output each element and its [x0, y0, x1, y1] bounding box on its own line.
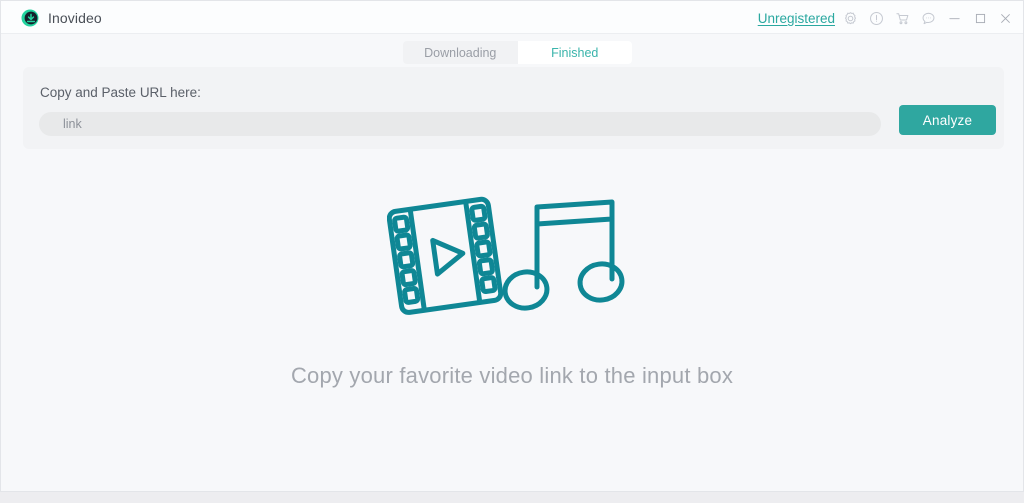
- info-icon[interactable]: [868, 10, 885, 27]
- unregistered-link[interactable]: Unregistered: [758, 10, 835, 27]
- close-icon[interactable]: [997, 10, 1014, 27]
- empty-state: Copy your favorite video link to the inp…: [1, 191, 1023, 389]
- window-bottom-edge: [0, 492, 1024, 503]
- tab-downloading[interactable]: Downloading: [403, 41, 518, 64]
- url-input-panel: Copy and Paste URL here: Analyze: [23, 67, 1004, 149]
- app-window: Inovideo Unregistered Downloading Finish…: [0, 0, 1024, 492]
- tab-group: Downloading Finished: [403, 41, 632, 64]
- cart-icon[interactable]: [894, 10, 911, 27]
- app-title: Inovideo: [48, 10, 102, 26]
- empty-state-message: Copy your favorite video link to the inp…: [290, 363, 734, 388]
- tab-bar: Downloading Finished: [1, 34, 1023, 68]
- film-strip-and-music-note-icon: [387, 196, 625, 315]
- url-input[interactable]: [39, 112, 881, 136]
- tab-finished[interactable]: Finished: [517, 41, 632, 64]
- chat-icon[interactable]: [920, 10, 937, 27]
- minimize-icon[interactable]: [946, 10, 963, 27]
- maximize-icon[interactable]: [972, 10, 989, 27]
- gear-icon[interactable]: [842, 10, 859, 27]
- title-bar: Inovideo Unregistered: [1, 1, 1023, 34]
- url-panel-label: Copy and Paste URL here:: [40, 85, 201, 100]
- download-circle-logo: [21, 9, 39, 27]
- analyze-button[interactable]: Analyze: [899, 105, 996, 135]
